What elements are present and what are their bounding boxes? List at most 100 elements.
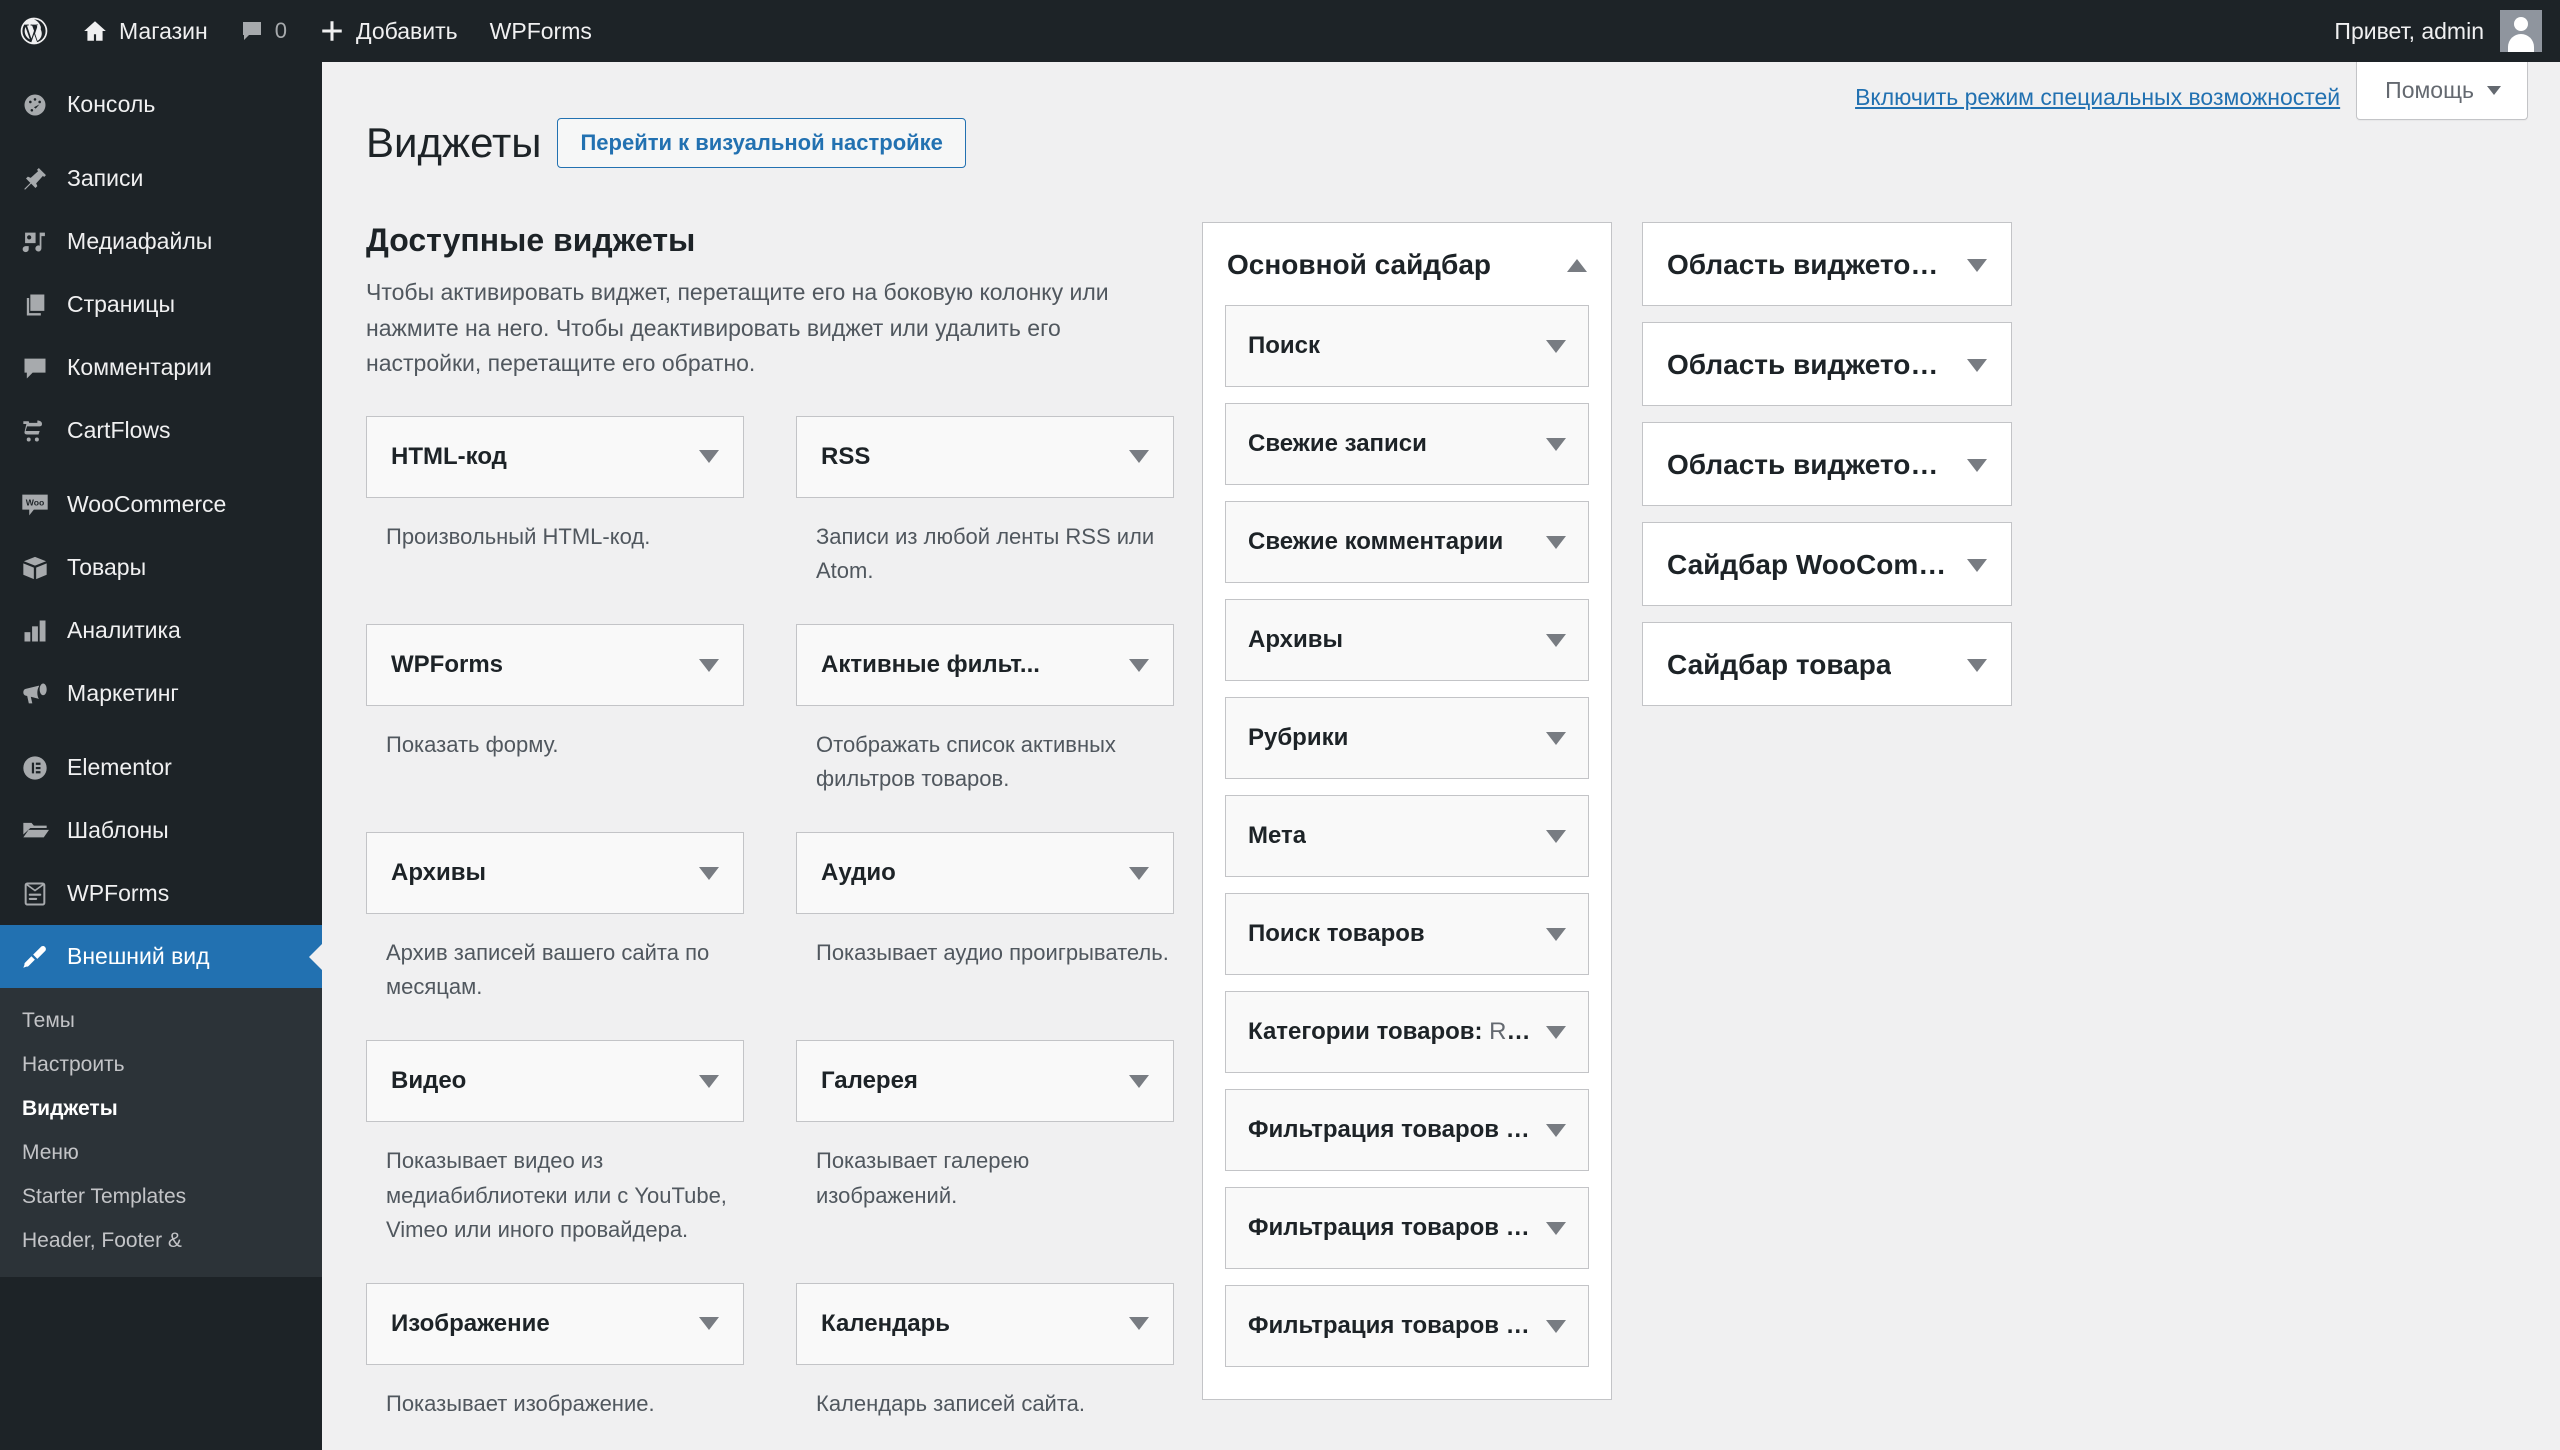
- chevron-down-icon[interactable]: [1129, 866, 1149, 880]
- widget-handle[interactable]: Видео: [366, 1040, 744, 1123]
- widget-handle[interactable]: Изображение: [366, 1282, 744, 1365]
- submenu-item-header-footer[interactable]: Header, Footer &: [0, 1219, 322, 1263]
- cartflows-icon: [18, 417, 51, 445]
- accessibility-mode-link[interactable]: Включить режим специальных возможностей: [1855, 62, 2356, 111]
- sidebar-item-pages[interactable]: Страницы: [0, 273, 322, 336]
- widget-handle[interactable]: Архивы: [366, 832, 744, 915]
- chevron-down-icon[interactable]: [1129, 1317, 1149, 1331]
- main-sidebar-column: Основной сайдбар Поиск Свежие записи Све…: [1202, 222, 1612, 1450]
- sidebar-item-posts[interactable]: Записи: [0, 147, 322, 210]
- sidebar-item-comments[interactable]: Комментарии: [0, 336, 322, 399]
- sidebar-panel-footer-3[interactable]: Область виджетов в футере 3: [1642, 322, 2012, 406]
- chevron-down-icon[interactable]: [1546, 829, 1566, 843]
- chevron-down-icon[interactable]: [699, 866, 719, 880]
- sidebar-widget[interactable]: Поиск товаров: [1225, 893, 1589, 975]
- chevron-down-icon[interactable]: [1129, 1074, 1149, 1088]
- woocommerce-icon: Woo: [18, 490, 51, 520]
- chevron-down-icon[interactable]: [1546, 1025, 1566, 1039]
- sidebar-panel-product[interactable]: Сайдбар товара: [1642, 622, 2012, 706]
- sidebar-label-cartflows: CartFlows: [67, 417, 171, 443]
- chevron-up-icon[interactable]: [1567, 258, 1587, 272]
- widget-handle[interactable]: Галерея: [796, 1040, 1174, 1123]
- chevron-down-icon[interactable]: [1546, 339, 1566, 353]
- chevron-down-icon[interactable]: [1129, 450, 1149, 464]
- sidebar-item-dashboard[interactable]: Консоль: [0, 73, 322, 136]
- chevron-down-icon[interactable]: [1546, 1319, 1566, 1333]
- chevron-down-icon[interactable]: [699, 1074, 719, 1088]
- chevron-down-icon[interactable]: [1967, 258, 1987, 272]
- submenu-item-themes[interactable]: Темы: [0, 999, 322, 1043]
- submenu-item-starter-templates[interactable]: Starter Templates: [0, 1175, 322, 1219]
- sidebar-item-woocommerce[interactable]: Woo WooCommerce: [0, 473, 322, 536]
- sidebar-item-elementor[interactable]: Elementor: [0, 736, 322, 799]
- chevron-down-icon[interactable]: [1546, 535, 1566, 549]
- media-icon: [18, 228, 51, 256]
- widget-handle[interactable]: Календарь: [796, 1282, 1174, 1365]
- widget-handle[interactable]: Аудио: [796, 832, 1174, 915]
- sidebar-item-media[interactable]: Медиафайлы: [0, 210, 322, 273]
- sidebar-panel-main: Основной сайдбар Поиск Свежие записи Све…: [1202, 222, 1612, 1400]
- wp-logo-menu[interactable]: [0, 0, 66, 62]
- go-to-customizer-button[interactable]: Перейти к визуальной настройке: [557, 118, 966, 168]
- chevron-down-icon[interactable]: [1967, 458, 1987, 472]
- sidebar-widget[interactable]: Свежие записи: [1225, 403, 1589, 485]
- chevron-down-icon[interactable]: [1546, 927, 1566, 941]
- sidebar-panel-title: Область виджетов в футере 4: [1667, 449, 1953, 480]
- chevron-down-icon[interactable]: [1967, 558, 1987, 572]
- sidebar-item-cartflows[interactable]: CartFlows: [0, 399, 322, 462]
- submenu-item-widgets[interactable]: Виджеты: [0, 1087, 322, 1131]
- megaphone-icon: [18, 680, 51, 708]
- chevron-down-icon[interactable]: [699, 1317, 719, 1331]
- my-account-menu[interactable]: Привет, admin: [2334, 10, 2560, 52]
- chevron-down-icon[interactable]: [1546, 633, 1566, 647]
- sidebar-item-wpforms[interactable]: WPForms: [0, 862, 322, 925]
- chevron-down-icon[interactable]: [1967, 658, 1987, 672]
- widget-handle[interactable]: HTML-код: [366, 415, 744, 498]
- sidebar-widget[interactable]: Категории товаров: Range of P...: [1225, 991, 1589, 1073]
- sidebar-widget[interactable]: Фильтрация товаров по атриб...: [1225, 1285, 1589, 1367]
- widget-handle[interactable]: WPForms: [366, 624, 744, 707]
- sidebar-widget-title: Свежие записи: [1248, 430, 1427, 457]
- sidebar-panel-title: Сайдбар товара: [1667, 649, 1892, 680]
- sidebar-widget[interactable]: Фильтрация товаров по атриб...: [1225, 1187, 1589, 1269]
- site-name-menu[interactable]: Магазин: [66, 0, 224, 62]
- widget-handle[interactable]: Активные фильт...: [796, 624, 1174, 707]
- widget-title: WPForms: [391, 651, 504, 679]
- help-toggle-button[interactable]: Помощь: [2356, 62, 2528, 120]
- chevron-down-icon[interactable]: [1546, 731, 1566, 745]
- sidebar-panel-woocommerce[interactable]: Сайдбар WooCommerce: [1642, 522, 2012, 606]
- new-content-menu[interactable]: Добавить: [303, 0, 474, 62]
- sidebar-label-products: Товары: [67, 554, 147, 580]
- sidebar-widget[interactable]: Архивы: [1225, 599, 1589, 681]
- sidebar-item-appearance[interactable]: Внешний вид: [0, 925, 322, 988]
- submenu-item-menus[interactable]: Меню: [0, 1131, 322, 1175]
- sidebar-panel-footer-4[interactable]: Область виджетов в футере 4: [1642, 422, 2012, 506]
- dashboard-icon: [18, 91, 51, 119]
- chevron-down-icon[interactable]: [1967, 358, 1987, 372]
- comments-menu[interactable]: 0: [224, 0, 303, 62]
- sidebar-item-marketing[interactable]: Маркетинг: [0, 662, 322, 725]
- chevron-down-icon[interactable]: [1546, 1221, 1566, 1235]
- wordpress-logo-icon: [18, 15, 50, 47]
- page-title: Виджеты: [366, 118, 542, 166]
- sidebar-panel-footer-2[interactable]: Область виджетов в футере 2: [1642, 222, 2012, 306]
- sidebar-panel-header[interactable]: Основной сайдбар: [1203, 223, 1611, 305]
- submenu-item-customize[interactable]: Настроить: [0, 1043, 322, 1087]
- chevron-down-icon[interactable]: [699, 658, 719, 672]
- widget-handle[interactable]: RSS: [796, 415, 1174, 498]
- sidebar-item-templates[interactable]: Шаблоны: [0, 799, 322, 862]
- chevron-down-icon[interactable]: [699, 450, 719, 464]
- sidebar-label-posts: Записи: [67, 165, 144, 191]
- sidebar-widget[interactable]: Мета: [1225, 795, 1589, 877]
- sidebar-widget[interactable]: Рубрики: [1225, 697, 1589, 779]
- chevron-down-icon[interactable]: [1546, 1123, 1566, 1137]
- wpforms-adminbar-menu[interactable]: WPForms: [474, 0, 608, 62]
- sidebar-widget[interactable]: Свежие комментарии: [1225, 501, 1589, 583]
- sidebar-widget[interactable]: Фильтрация товаров по цене: ...: [1225, 1089, 1589, 1171]
- sidebar-item-products[interactable]: Товары: [0, 536, 322, 599]
- chevron-down-icon[interactable]: [1546, 437, 1566, 451]
- chevron-down-icon[interactable]: [1129, 658, 1149, 672]
- sidebar-label-wpforms: WPForms: [67, 880, 170, 906]
- sidebar-widget[interactable]: Поиск: [1225, 305, 1589, 387]
- sidebar-item-analytics[interactable]: Аналитика: [0, 599, 322, 662]
